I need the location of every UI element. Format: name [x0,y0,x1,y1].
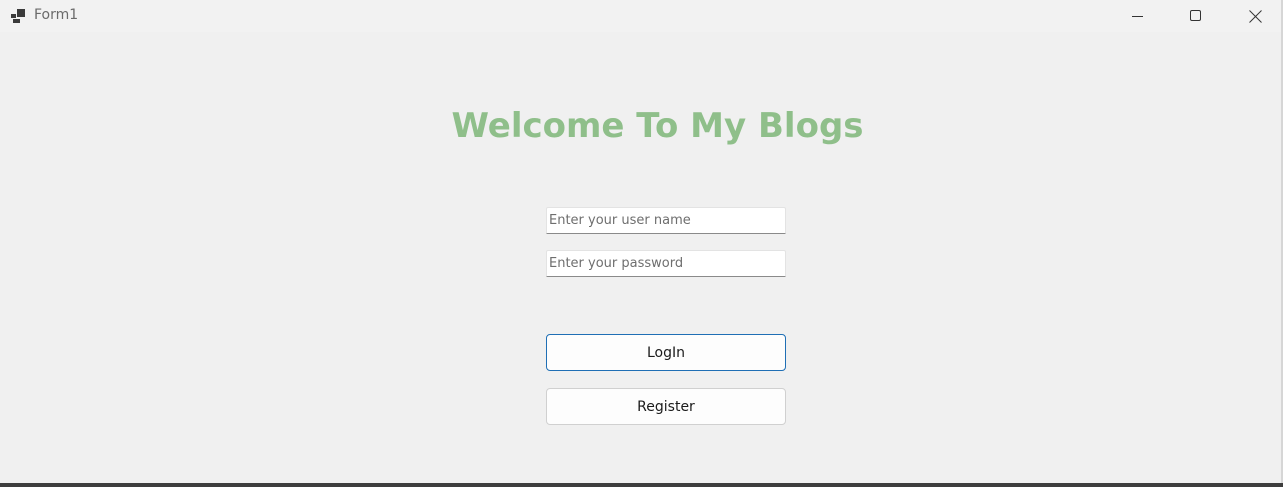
app-form-icon [11,8,27,23]
close-icon [1248,9,1262,23]
username-input[interactable] [546,207,786,234]
window-title: Form1 [34,7,79,23]
minimize-button[interactable] [1115,0,1161,32]
maximize-button[interactable] [1173,0,1219,32]
minimize-icon [1132,10,1144,22]
maximize-icon [1190,10,1202,22]
title-bar[interactable]: Form1 [0,0,1283,32]
welcome-heading: Welcome To My Blogs [451,106,864,146]
password-input[interactable] [546,250,786,277]
window-border-bottom [0,483,1283,487]
close-button[interactable] [1232,0,1278,32]
form1-window: Form1 Welcome To My Blogs Enter your use… [0,0,1283,487]
register-button[interactable]: Register [546,388,786,425]
login-button[interactable]: LogIn [546,334,786,371]
